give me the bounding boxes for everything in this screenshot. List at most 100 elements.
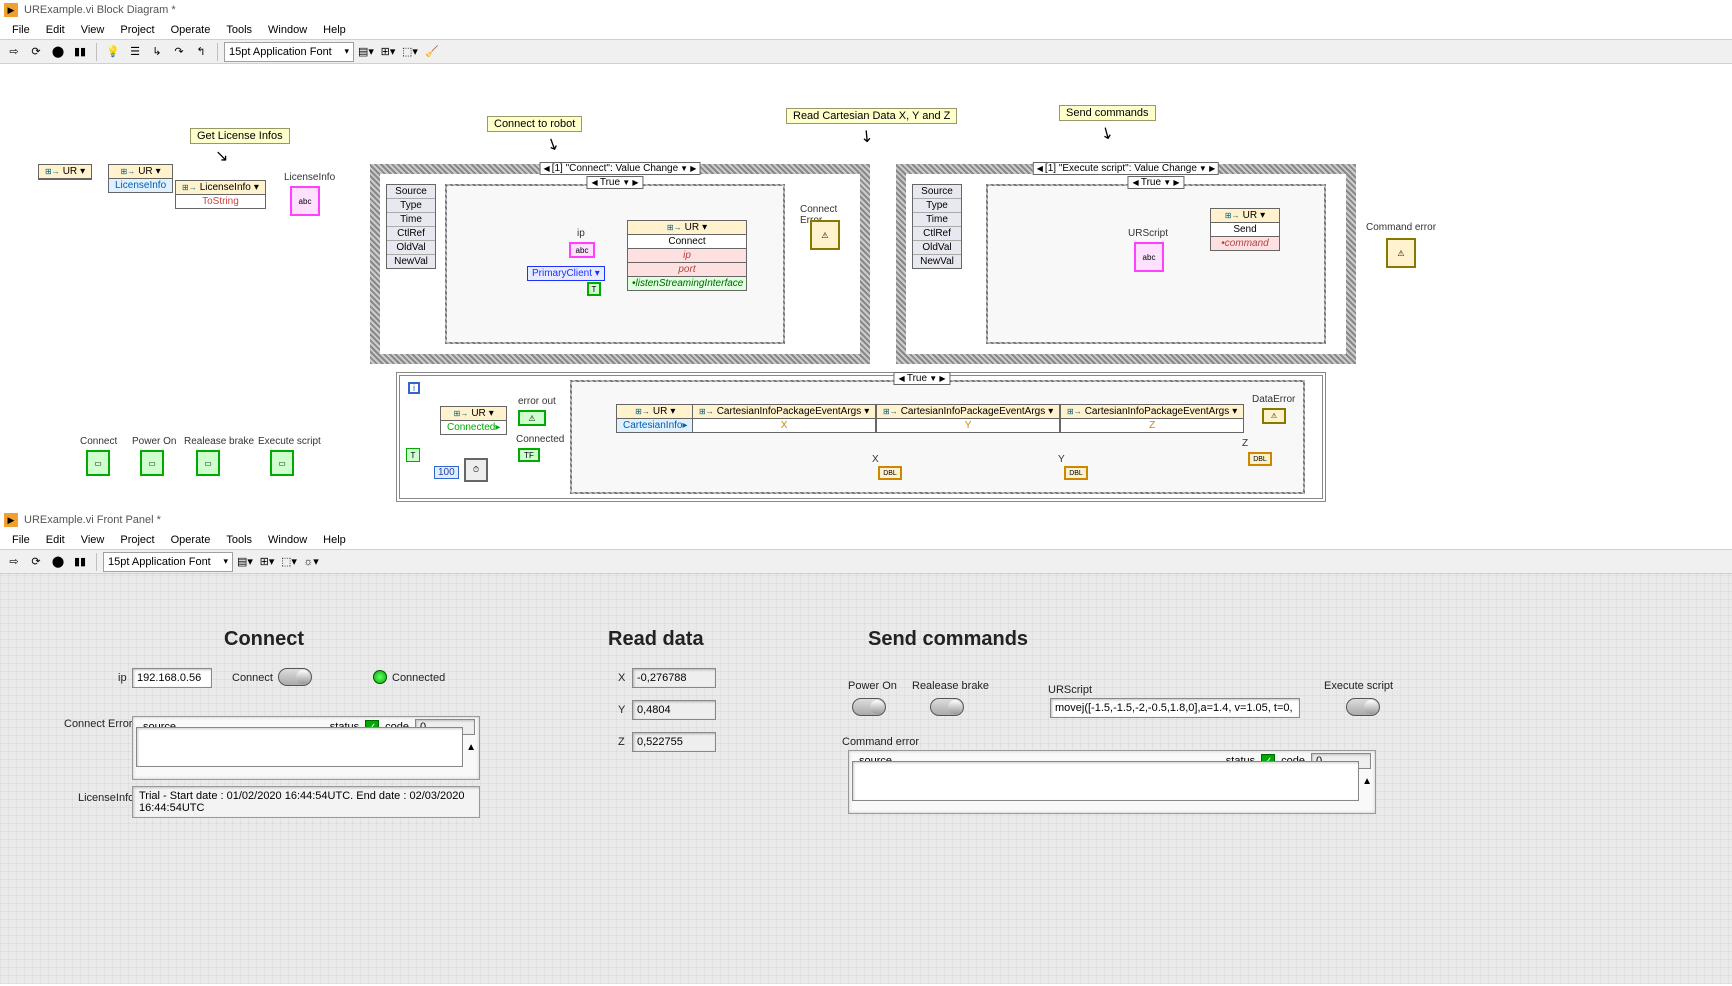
menu-file[interactable]: File bbox=[4, 22, 38, 38]
loop-iteration-terminal[interactable]: i bbox=[408, 382, 420, 394]
z-indicator[interactable]: DBL bbox=[1248, 452, 1272, 466]
fp-distribute-button[interactable]: ⊞▾ bbox=[257, 552, 277, 572]
fp-menu-edit[interactable]: Edit bbox=[38, 532, 73, 548]
while-loop[interactable]: i ⊞→UR▾ Connected▸ error out ⚠ Connected… bbox=[396, 372, 1326, 502]
menu-help[interactable]: Help bbox=[315, 22, 354, 38]
event-structure-execute[interactable]: [1] "Execute script": Value Change Sourc… bbox=[896, 164, 1356, 364]
step-out-button[interactable]: ↰ bbox=[191, 42, 211, 62]
cart-event-args-z[interactable]: ⊞→CartesianInfoPackageEventArgs▾ Z bbox=[1060, 404, 1244, 433]
event-selector-connect[interactable]: [1] "Connect": Value Change bbox=[540, 162, 701, 175]
fp-pause-button[interactable]: ▮▮ bbox=[70, 552, 90, 572]
ur-connected-property[interactable]: ⊞→UR▾ Connected▸ bbox=[440, 406, 507, 435]
fp-abort-button[interactable]: ⬤ bbox=[48, 552, 68, 572]
menu-tools[interactable]: Tools bbox=[218, 22, 260, 38]
command-error-cluster[interactable]: source status ✓ code 0 ▲ bbox=[848, 750, 1376, 814]
x-indicator[interactable]: DBL bbox=[878, 466, 902, 480]
pause-button[interactable]: ▮▮ bbox=[70, 42, 90, 62]
ur-constructor-node[interactable]: ⊞→UR▾ bbox=[38, 164, 92, 180]
fp-menu-window[interactable]: Window bbox=[260, 532, 315, 548]
ip-input[interactable] bbox=[132, 668, 212, 688]
case-structure-connect[interactable]: True ip abc PrimaryClient ▾ T ⊞→UR▾ Conn… bbox=[445, 184, 785, 344]
cmd-scroll-up-icon[interactable]: ▲ bbox=[1362, 776, 1372, 787]
urscript-input[interactable] bbox=[1050, 698, 1300, 718]
arrow-connect: ↘ bbox=[542, 132, 563, 156]
run-continuous-button[interactable]: ⟳ bbox=[26, 42, 46, 62]
connect-error-cluster[interactable]: source status ✓ code 0 ▲ bbox=[132, 716, 480, 780]
ur-licenseinfo-property[interactable]: ⊞→UR▾ LicenseInfo bbox=[108, 164, 173, 193]
menu-edit[interactable]: Edit bbox=[38, 22, 73, 38]
fp-run-continuous-button[interactable]: ⟳ bbox=[26, 552, 46, 572]
distribute-button[interactable]: ⊞▾ bbox=[378, 42, 398, 62]
licenseinfo-tostring-node[interactable]: ⊞→LicenseInfo▾ ToString bbox=[175, 180, 266, 209]
stop-constant[interactable]: T bbox=[406, 448, 420, 462]
primary-client-ring[interactable]: PrimaryClient ▾ bbox=[527, 266, 605, 281]
fp-align-button[interactable]: ▤▾ bbox=[235, 552, 255, 572]
fp-menu-file[interactable]: File bbox=[4, 532, 38, 548]
err-source-box[interactable] bbox=[136, 727, 463, 767]
event-data-connect[interactable]: Source Type Time CtlRef OldVal NewVal bbox=[386, 184, 436, 269]
execute-script-button[interactable] bbox=[1346, 698, 1380, 716]
connect-button[interactable] bbox=[278, 668, 312, 686]
command-error-indicator[interactable]: ⚠ bbox=[1386, 238, 1416, 268]
event-data-execute[interactable]: Source Type Time CtlRef OldVal NewVal bbox=[912, 184, 962, 269]
connected-indicator-bd[interactable]: TF bbox=[518, 448, 540, 462]
wait-ms-function[interactable]: ⏱ bbox=[464, 458, 488, 482]
fp-font-selector[interactable]: 15pt Application Font bbox=[103, 552, 233, 572]
release-btn-terminal[interactable]: ▭ bbox=[196, 450, 220, 476]
case-selector-true[interactable]: True bbox=[586, 176, 643, 189]
block-diagram-canvas[interactable]: Get License Infos Connect to robot Read … bbox=[0, 64, 1732, 510]
menu-window[interactable]: Window bbox=[260, 22, 315, 38]
cmd-err-source-box[interactable] bbox=[852, 761, 1359, 801]
dataerror-indicator[interactable]: ⚠ bbox=[1262, 408, 1286, 424]
front-panel-canvas[interactable]: Connect ip Connect Connected Connect Err… bbox=[0, 574, 1732, 984]
menu-operate[interactable]: Operate bbox=[163, 22, 219, 38]
retain-wire-button[interactable]: ☰ bbox=[125, 42, 145, 62]
ur-cartesian-property[interactable]: ⊞→UR▾ CartesianInfo▸ bbox=[616, 404, 695, 433]
wait-ms-constant[interactable]: 100 bbox=[434, 466, 459, 479]
fp-menu-operate[interactable]: Operate bbox=[163, 532, 219, 548]
event-structure-connect[interactable]: [1] "Connect": Value Change Source Type … bbox=[370, 164, 870, 364]
connect-btn-terminal[interactable]: ▭ bbox=[86, 450, 110, 476]
fp-menu-tools[interactable]: Tools bbox=[218, 532, 260, 548]
fp-resize-button[interactable]: ⬚▾ bbox=[279, 552, 299, 572]
execute-btn-terminal[interactable]: ▭ bbox=[270, 450, 294, 476]
cart-event-args-y[interactable]: ⊞→CartesianInfoPackageEventArgs▾ Y bbox=[876, 404, 1060, 433]
y-indicator[interactable]: DBL bbox=[1064, 466, 1088, 480]
fp-menu-help[interactable]: Help bbox=[315, 532, 354, 548]
send-invoke-node[interactable]: ⊞→UR▾ Send •command bbox=[1210, 208, 1280, 251]
case-selector-execute-true[interactable]: True bbox=[1127, 176, 1184, 189]
urscript-control-terminal[interactable]: abc bbox=[1134, 242, 1164, 272]
ip-control-terminal[interactable]: abc bbox=[569, 242, 595, 258]
case-structure-read[interactable]: True ⊞→UR▾ CartesianInfo▸ ⊞→CartesianInf… bbox=[570, 380, 1305, 494]
fp-menu-project[interactable]: Project bbox=[112, 532, 162, 548]
cleanup-button[interactable]: 🧹 bbox=[422, 42, 442, 62]
case-structure-execute[interactable]: True URScript abc ⊞→UR▾ Send •command bbox=[986, 184, 1326, 344]
menu-project[interactable]: Project bbox=[112, 22, 162, 38]
release-brake-button[interactable] bbox=[930, 698, 964, 716]
licenseinfo-indicator[interactable]: abc bbox=[290, 186, 320, 216]
event-selector-execute[interactable]: [1] "Execute script": Value Change bbox=[1033, 162, 1219, 175]
case-sel-read[interactable]: True bbox=[893, 372, 950, 385]
connect-error-indicator[interactable]: ⚠ bbox=[810, 220, 840, 250]
reorder-button[interactable]: ⬚▾ bbox=[400, 42, 420, 62]
poweron-btn-terminal[interactable]: ▭ bbox=[140, 450, 164, 476]
fp-menu-view[interactable]: View bbox=[73, 532, 113, 548]
abort-button[interactable]: ⬤ bbox=[48, 42, 68, 62]
align-button[interactable]: ▤▾ bbox=[356, 42, 376, 62]
highlight-exec-button[interactable]: 💡 bbox=[103, 42, 123, 62]
connect-invoke-node[interactable]: ⊞→UR▾ Connect ip port •listenStreamingIn… bbox=[627, 220, 747, 291]
true-constant[interactable]: T bbox=[587, 282, 601, 296]
error-out-terminal[interactable]: ⚠ bbox=[518, 410, 546, 426]
font-selector[interactable]: 15pt Application Font bbox=[224, 42, 354, 62]
fp-run-button[interactable]: ⇨ bbox=[4, 552, 24, 572]
step-over-button[interactable]: ↷ bbox=[169, 42, 189, 62]
cart-event-args-x[interactable]: ⊞→CartesianInfoPackageEventArgs▾ X bbox=[692, 404, 876, 433]
fp-reorder-button[interactable]: ☼▾ bbox=[301, 552, 321, 572]
connect-error-label: Connect Error bbox=[64, 718, 132, 730]
run-button[interactable]: ⇨ bbox=[4, 42, 24, 62]
menu-view[interactable]: View bbox=[73, 22, 113, 38]
scroll-up-icon[interactable]: ▲ bbox=[466, 742, 476, 753]
step-into-button[interactable]: ↳ bbox=[147, 42, 167, 62]
cart-z-row: Z bbox=[1061, 419, 1243, 432]
poweron-button[interactable] bbox=[852, 698, 886, 716]
